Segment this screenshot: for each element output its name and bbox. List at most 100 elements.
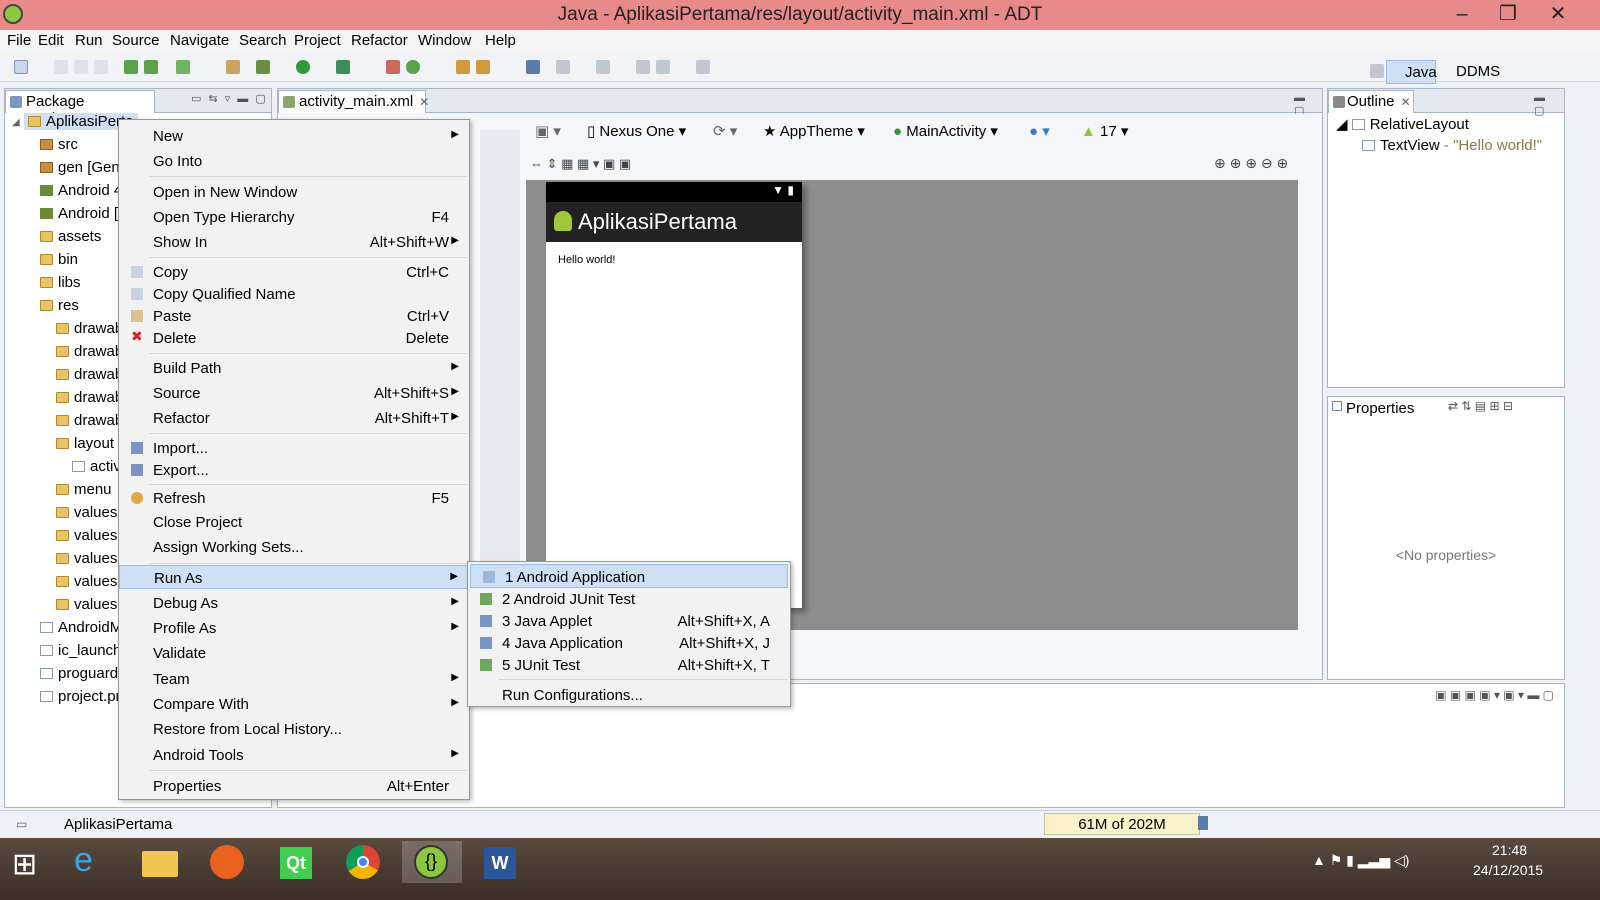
clock-time[interactable]: 21:48 (1492, 842, 1527, 858)
print-icon[interactable] (94, 60, 108, 74)
menu-item-show-in[interactable]: Show In Alt+Shift+W ▶ (119, 230, 469, 254)
tree-drawable[interactable]: drawab (56, 320, 123, 337)
menu-run[interactable]: Run (75, 32, 103, 49)
menu-item-copy-qualified-name[interactable]: Copy Qualified Name (119, 282, 469, 306)
tree-menu[interactable]: menu (56, 481, 112, 498)
tree-values[interactable]: values (56, 504, 117, 521)
menu-item-copy[interactable]: Copy Ctrl+C (119, 260, 469, 284)
run-as-java-application[interactable]: 4 Java Application Alt+Shift+X, J (468, 631, 790, 655)
api-level-selector[interactable]: ▲ 17 ▾ (1081, 122, 1128, 140)
tree-bin[interactable]: bin (40, 251, 78, 268)
tree-ic-launcher[interactable]: ic_launche (40, 642, 130, 659)
new-package-icon[interactable] (406, 60, 420, 74)
tree-src[interactable]: src (40, 136, 78, 153)
perspective-java[interactable]: Java (1386, 60, 1437, 84)
tree-libs[interactable]: libs (40, 274, 81, 291)
menu-file[interactable]: File (7, 32, 31, 49)
menu-item-new[interactable]: New ▶ (119, 124, 469, 148)
run-as-junit-test[interactable]: 5 JUnit Test Alt+Shift+X, T (468, 653, 790, 677)
back-icon[interactable] (656, 60, 670, 74)
tree-drawable[interactable]: drawab (56, 412, 123, 429)
menu-item-profile-as[interactable]: Profile As ▶ (119, 616, 469, 640)
external-tools-icon[interactable] (336, 60, 350, 74)
tree-values-variant[interactable]: values- (56, 596, 122, 613)
menu-item-debug-as[interactable]: Debug As ▶ (119, 591, 469, 615)
fast-view-icon[interactable]: ▭ (16, 817, 27, 831)
menu-item-open-type-hierarchy[interactable]: Open Type Hierarchy F4 (119, 205, 469, 229)
outline-min-max-icon[interactable]: ▬ ▢ (1534, 92, 1564, 117)
menu-item-source[interactable]: Source Alt+Shift+S ▶ (119, 381, 469, 405)
debug-icon[interactable] (256, 60, 270, 74)
forward-icon[interactable] (696, 60, 710, 74)
outline-textview[interactable]: TextView - "Hello world!" (1362, 137, 1542, 154)
tree-proguard[interactable]: proguard (40, 665, 118, 682)
menu-item-import[interactable]: Import... (119, 436, 469, 460)
tree-layout[interactable]: layout (56, 435, 114, 452)
avd-manager-icon[interactable] (144, 60, 158, 74)
menu-item-assign-working-sets[interactable]: Assign Working Sets... (119, 535, 469, 559)
locale-icon[interactable]: ● ▾ (1029, 122, 1050, 140)
menu-item-build-path[interactable]: Build Path ▶ (119, 356, 469, 380)
menu-item-compare-with[interactable]: Compare With ▶ (119, 692, 469, 716)
tab-properties[interactable]: Properties (1346, 400, 1414, 417)
config-chooser-icon[interactable]: ▣ ▾ (535, 122, 561, 140)
new-icon[interactable] (14, 60, 28, 74)
start-icon[interactable]: ⊞ (0, 841, 60, 883)
next-annotation-icon[interactable] (556, 60, 570, 74)
tree-manifest[interactable]: AndroidM (40, 619, 122, 636)
tree-android-lib[interactable]: Android 4 (40, 182, 122, 199)
menu-item-restore-history[interactable]: Restore from Local History... (119, 717, 469, 741)
theme-selector[interactable]: ★ AppTheme ▾ (763, 122, 865, 140)
open-perspective-icon[interactable] (1370, 64, 1384, 78)
close-tab-icon[interactable]: ✕ (419, 95, 429, 109)
tray-icons[interactable]: ▲ ⚑ ▮ ▂▃▅ ◁) (1312, 852, 1409, 869)
open-type-icon[interactable] (456, 60, 470, 74)
properties-toolbar-icons[interactable]: ⇄ ⇅ ▤ ⊞ ⊟ (1448, 399, 1513, 413)
run-as-android-application[interactable]: 1 Android Application (470, 564, 788, 588)
internet-explorer-icon[interactable]: e (62, 841, 122, 883)
tab-package-explorer[interactable]: Package Explorer✕ (5, 90, 155, 127)
menu-help[interactable]: Help (485, 32, 516, 49)
console-toolbar-icons[interactable]: ▣ ▣ ▣ ▣ ▾ ▣ ▾ ▬ ▢ (1435, 688, 1554, 702)
run-as-android-junit[interactable]: 2 Android JUnit Test (468, 587, 790, 611)
word-icon[interactable]: W (470, 841, 530, 883)
perspective-ddms[interactable]: DDMS (1440, 60, 1500, 84)
menu-search[interactable]: Search (239, 32, 287, 49)
activity-selector[interactable]: ● MainActivity ▾ (893, 122, 998, 140)
tree-project-properties[interactable]: project.pr (40, 688, 121, 705)
menu-item-delete[interactable]: ✖ Delete Delete (119, 326, 469, 350)
firefox-icon[interactable] (198, 841, 258, 883)
hello-world-textview[interactable]: Hello world! (558, 254, 615, 266)
qt-creator-icon[interactable]: Qt (266, 841, 326, 883)
tree-values-variant[interactable]: values- (56, 573, 122, 590)
tree-gen[interactable]: gen [Gene (40, 159, 128, 176)
run-as-java-applet[interactable]: 3 Java Applet Alt+Shift+X, A (468, 609, 790, 633)
save-all-icon[interactable] (74, 60, 88, 74)
menu-item-properties[interactable]: Properties Alt+Enter (119, 774, 469, 798)
tree-assets[interactable]: assets (40, 228, 101, 245)
clock-date[interactable]: 24/12/2015 (1473, 862, 1543, 878)
tree-drawable[interactable]: drawab (56, 366, 123, 383)
lint-icon[interactable] (176, 60, 190, 74)
menu-item-team[interactable]: Team ▶ (119, 667, 469, 691)
tree-values-variant[interactable]: values- (56, 527, 122, 544)
menu-refactor[interactable]: Refactor (351, 32, 408, 49)
garbage-collect-icon[interactable] (1198, 816, 1208, 830)
new-java-project-icon[interactable] (386, 60, 400, 74)
save-icon[interactable] (54, 60, 68, 74)
menu-item-refactor[interactable]: Refactor Alt+Shift+T ▶ (119, 406, 469, 430)
view-menu-icon[interactable]: ▭ ⇆ ▿ ▬ ▢ (191, 92, 268, 105)
menu-item-open-new-window[interactable]: Open in New Window (119, 180, 469, 204)
close-tab-icon[interactable]: ✕ (1401, 95, 1411, 109)
zoom-icons[interactable]: ⊕ ⊕ ⊕ ⊖ ⊕ (1214, 155, 1288, 172)
device-preview[interactable]: ▼ ▮ AplikasiPertama Hello world! (546, 182, 802, 608)
layout-actions-icon[interactable]: ⇔ ⇕ ▦ ▦ ▾ ▣ ▣ (530, 156, 631, 172)
tree-values-variant[interactable]: values- (56, 550, 122, 567)
chrome-icon[interactable] (334, 841, 394, 883)
tree-android-deps[interactable]: Android [ (40, 205, 118, 222)
menu-item-paste[interactable]: Paste Ctrl+V (119, 304, 469, 328)
orientation-icon[interactable]: ⟳ ▾ (713, 122, 737, 140)
tab-activity-main[interactable]: activity_main.xml ✕ (278, 90, 429, 113)
last-edit-icon[interactable] (636, 60, 650, 74)
menu-navigate[interactable]: Navigate (170, 32, 229, 49)
